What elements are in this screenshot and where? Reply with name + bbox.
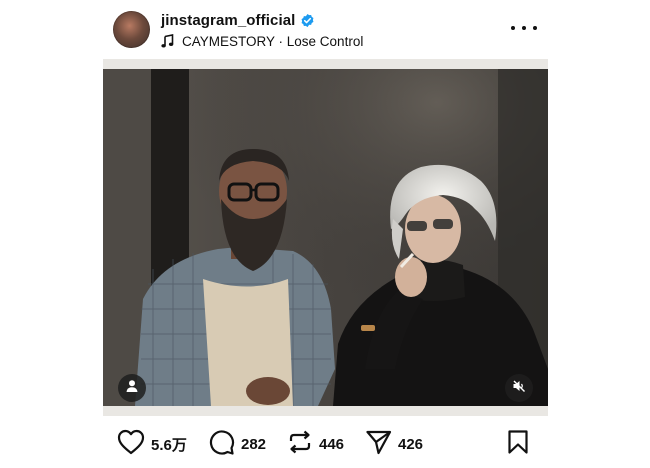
speaker-muted-icon	[512, 379, 526, 398]
person-icon	[125, 379, 139, 398]
user-tag-button[interactable]	[118, 374, 146, 402]
comment-bubble-icon	[207, 428, 235, 461]
comment-button[interactable]: 282	[207, 428, 266, 460]
paper-plane-icon	[365, 429, 392, 460]
share-count: 426	[398, 435, 424, 453]
action-bar: 5.6万 282 446 426	[0, 428, 650, 460]
repost-count: 446	[319, 435, 345, 453]
post-media[interactable]	[103, 59, 548, 416]
heart-icon	[117, 429, 145, 460]
audio-label: CAYMESTORY · Lose Control	[182, 33, 364, 49]
mute-button[interactable]	[505, 374, 533, 402]
audio-row[interactable]: CAYMESTORY · Lose Control	[161, 32, 363, 50]
bookmark-icon	[507, 429, 529, 460]
profile-avatar[interactable]	[113, 11, 150, 48]
music-note-icon	[161, 34, 174, 48]
like-button[interactable]: 5.6万	[117, 428, 187, 460]
username-row: jinstagram_official	[161, 10, 315, 30]
verified-badge-icon	[300, 13, 315, 28]
username-link[interactable]: jinstagram_official	[161, 12, 295, 29]
post-photo	[103, 69, 548, 406]
repost-button[interactable]: 446	[287, 428, 344, 460]
more-options-icon[interactable]	[511, 18, 537, 38]
comment-count: 282	[241, 435, 267, 453]
like-count: 5.6万	[151, 436, 187, 454]
save-button[interactable]	[507, 428, 529, 460]
repost-icon	[287, 429, 313, 460]
share-button[interactable]: 426	[365, 428, 423, 460]
post-header: jinstagram_official CAYMESTORY · Lose Co…	[0, 0, 650, 60]
